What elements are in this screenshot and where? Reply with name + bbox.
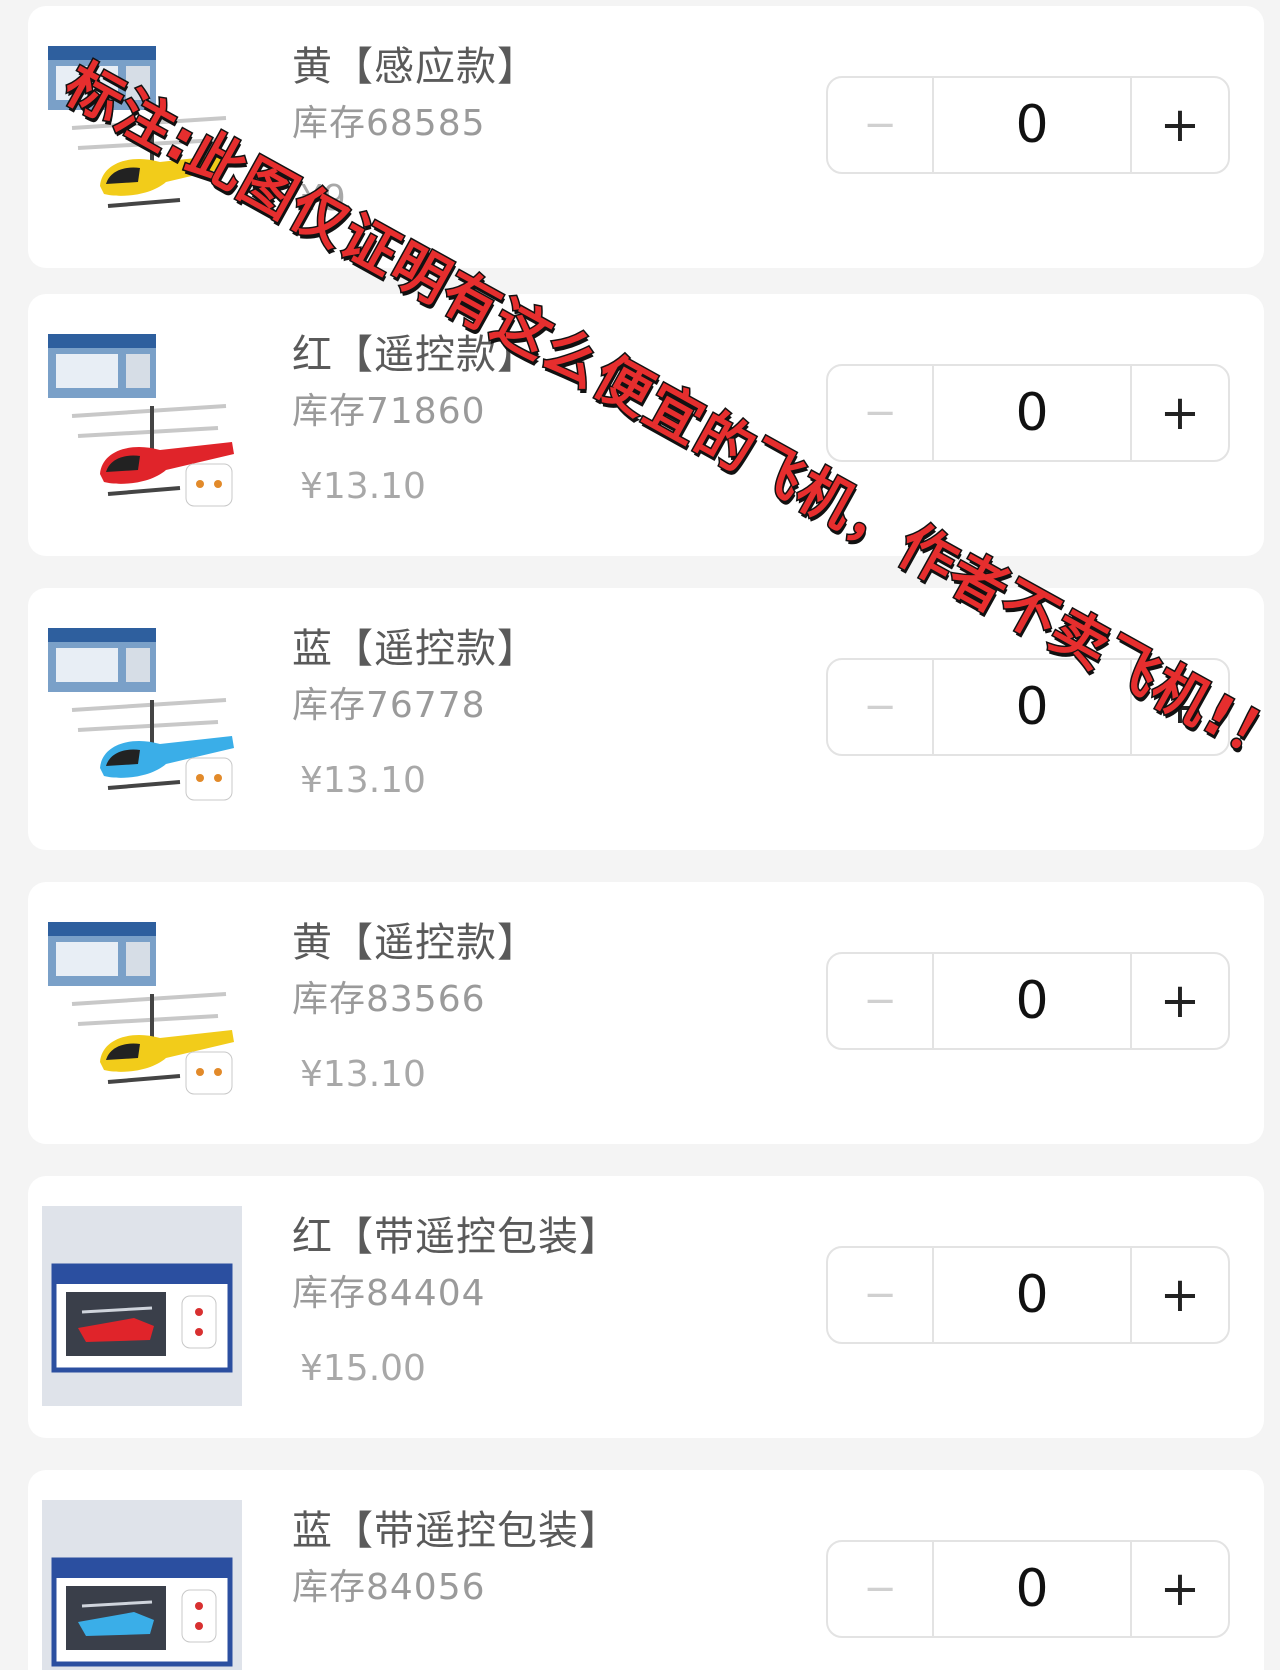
product-thumbnail (42, 618, 242, 818)
quantity-value[interactable]: 0 (934, 78, 1132, 172)
product-card[interactable]: 红【带遥控包装】 库存84404 ¥15.00 − 0 + (28, 1176, 1264, 1438)
product-variant-list: 黄【感应款】 库存68585 ¥9 − 0 + 红【遥控款】 库存71860 ¥… (0, 0, 1280, 1670)
decrease-quantity-button[interactable]: − (828, 78, 934, 172)
product-price: ¥15.00 (300, 1348, 426, 1389)
product-price: ¥13.10 (300, 1054, 426, 1095)
increase-quantity-button[interactable]: + (1132, 78, 1228, 172)
product-name: 黄【感应款】 (292, 44, 538, 90)
product-stock: 库存68585 (292, 103, 486, 144)
product-card[interactable]: 蓝【遥控款】 库存76778 ¥13.10 − 0 + (28, 588, 1264, 850)
product-thumbnail (42, 912, 242, 1112)
decrease-quantity-button[interactable]: − (828, 1542, 934, 1636)
quantity-value[interactable]: 0 (934, 1248, 1132, 1342)
increase-quantity-button[interactable]: + (1132, 954, 1228, 1048)
product-card[interactable]: 黄【遥控款】 库存83566 ¥13.10 − 0 + (28, 882, 1264, 1144)
quantity-stepper[interactable]: − 0 + (826, 1540, 1230, 1638)
product-price: ¥13.10 (300, 466, 426, 507)
quantity-value[interactable]: 0 (934, 954, 1132, 1048)
decrease-quantity-button[interactable]: − (828, 660, 934, 754)
quantity-stepper[interactable]: − 0 + (826, 952, 1230, 1050)
product-price: ¥9 (300, 178, 346, 219)
product-stock: 库存84056 (292, 1567, 486, 1608)
product-name: 黄【遥控款】 (292, 920, 538, 966)
product-thumbnail (42, 36, 242, 236)
increase-quantity-button[interactable]: + (1132, 1542, 1228, 1636)
quantity-value[interactable]: 0 (934, 366, 1132, 460)
product-card[interactable]: 黄【感应款】 库存68585 ¥9 − 0 + (28, 6, 1264, 268)
quantity-stepper[interactable]: − 0 + (826, 658, 1230, 756)
increase-quantity-button[interactable]: + (1132, 1248, 1228, 1342)
quantity-value[interactable]: 0 (934, 1542, 1132, 1636)
product-name: 红【带遥控包装】 (292, 1214, 620, 1260)
quantity-stepper[interactable]: − 0 + (826, 1246, 1230, 1344)
product-stock: 库存76778 (292, 685, 486, 726)
product-card[interactable]: 红【遥控款】 库存71860 ¥13.10 − 0 + (28, 294, 1264, 556)
quantity-stepper[interactable]: − 0 + (826, 76, 1230, 174)
quantity-stepper[interactable]: − 0 + (826, 364, 1230, 462)
product-thumbnail (42, 1206, 242, 1406)
decrease-quantity-button[interactable]: − (828, 1248, 934, 1342)
decrease-quantity-button[interactable]: − (828, 954, 934, 1048)
product-thumbnail (42, 324, 242, 524)
product-name: 蓝【遥控款】 (292, 626, 538, 672)
product-name: 红【遥控款】 (292, 332, 538, 378)
product-stock: 库存84404 (292, 1273, 486, 1314)
quantity-value[interactable]: 0 (934, 660, 1132, 754)
increase-quantity-button[interactable]: + (1132, 660, 1228, 754)
product-card[interactable]: 蓝【带遥控包装】 库存84056 − 0 + (28, 1470, 1264, 1670)
product-stock: 库存71860 (292, 391, 486, 432)
product-name: 蓝【带遥控包装】 (292, 1508, 620, 1554)
increase-quantity-button[interactable]: + (1132, 366, 1228, 460)
product-thumbnail (42, 1500, 242, 1670)
product-stock: 库存83566 (292, 979, 486, 1020)
product-price: ¥13.10 (300, 760, 426, 801)
decrease-quantity-button[interactable]: − (828, 366, 934, 460)
